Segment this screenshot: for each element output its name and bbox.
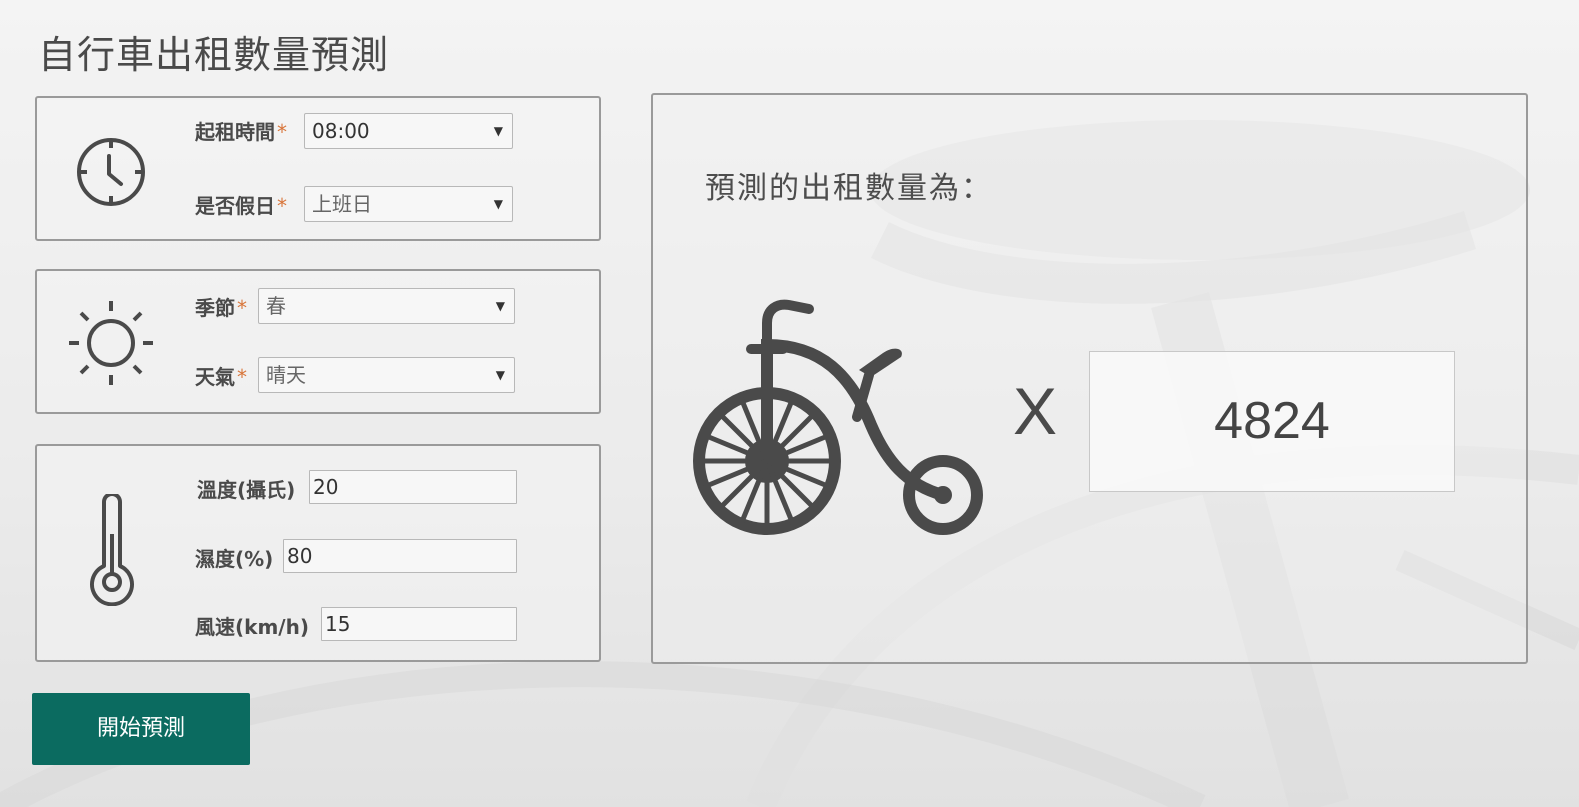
required-marker: * <box>277 120 287 144</box>
season-select[interactable]: 春 ▼ <box>258 288 515 324</box>
temperature-input[interactable]: 20 <box>309 470 517 504</box>
dropdown-arrow-icon: ▼ <box>493 197 503 211</box>
required-marker: * <box>237 296 247 320</box>
required-marker: * <box>277 194 287 218</box>
dropdown-arrow-icon: ▼ <box>495 299 505 313</box>
penny-farthing-bicycle-icon <box>693 299 983 535</box>
weather-value: 晴天 <box>266 363 306 387</box>
holiday-select[interactable]: 上班日 ▼ <box>304 186 513 222</box>
result-label: 預測的出租數量為： <box>705 171 993 206</box>
wind-speed-input[interactable]: 15 <box>321 607 517 641</box>
holiday-value: 上班日 <box>312 192 372 216</box>
sun-icon <box>69 301 153 385</box>
wind-speed-label: 風速(km/h) <box>195 615 309 639</box>
required-marker: * <box>237 365 247 389</box>
page-title: 自行車出租數量預測 <box>38 33 390 77</box>
thermometer-icon <box>90 494 134 606</box>
start-time-select[interactable]: 08:00 ▼ <box>304 113 513 149</box>
dropdown-arrow-icon: ▼ <box>495 368 505 382</box>
humidity-label: 濕度(%) <box>195 547 274 571</box>
multiplier-symbol: X <box>1013 374 1058 448</box>
start-time-value: 08:00 <box>312 119 370 143</box>
weather-select[interactable]: 晴天 ▼ <box>258 357 515 393</box>
result-panel: 預測的出租數量為： X 4824 <box>651 93 1528 664</box>
clock-icon <box>77 138 145 206</box>
season-value: 春 <box>266 294 286 318</box>
predicted-count: 4824 <box>1089 351 1455 492</box>
climate-panel: 溫度(攝氏) 20 濕度(%) 80 風速(km/h) 15 <box>35 444 601 662</box>
holiday-label: 是否假日 * <box>195 194 287 218</box>
season-label: 季節 * <box>195 296 247 320</box>
humidity-input[interactable]: 80 <box>283 539 517 573</box>
weather-panel: 季節 * 春 ▼ 天氣 * 晴天 ▼ <box>35 269 601 414</box>
temperature-label: 溫度(攝氏) <box>197 478 296 502</box>
time-panel: 起租時間 * 08:00 ▼ 是否假日 * 上班日 ▼ <box>35 96 601 241</box>
start-prediction-button[interactable]: 開始預測 <box>32 693 250 765</box>
weather-label: 天氣 * <box>195 365 247 389</box>
start-time-label: 起租時間 * <box>195 120 287 144</box>
dropdown-arrow-icon: ▼ <box>493 124 503 138</box>
